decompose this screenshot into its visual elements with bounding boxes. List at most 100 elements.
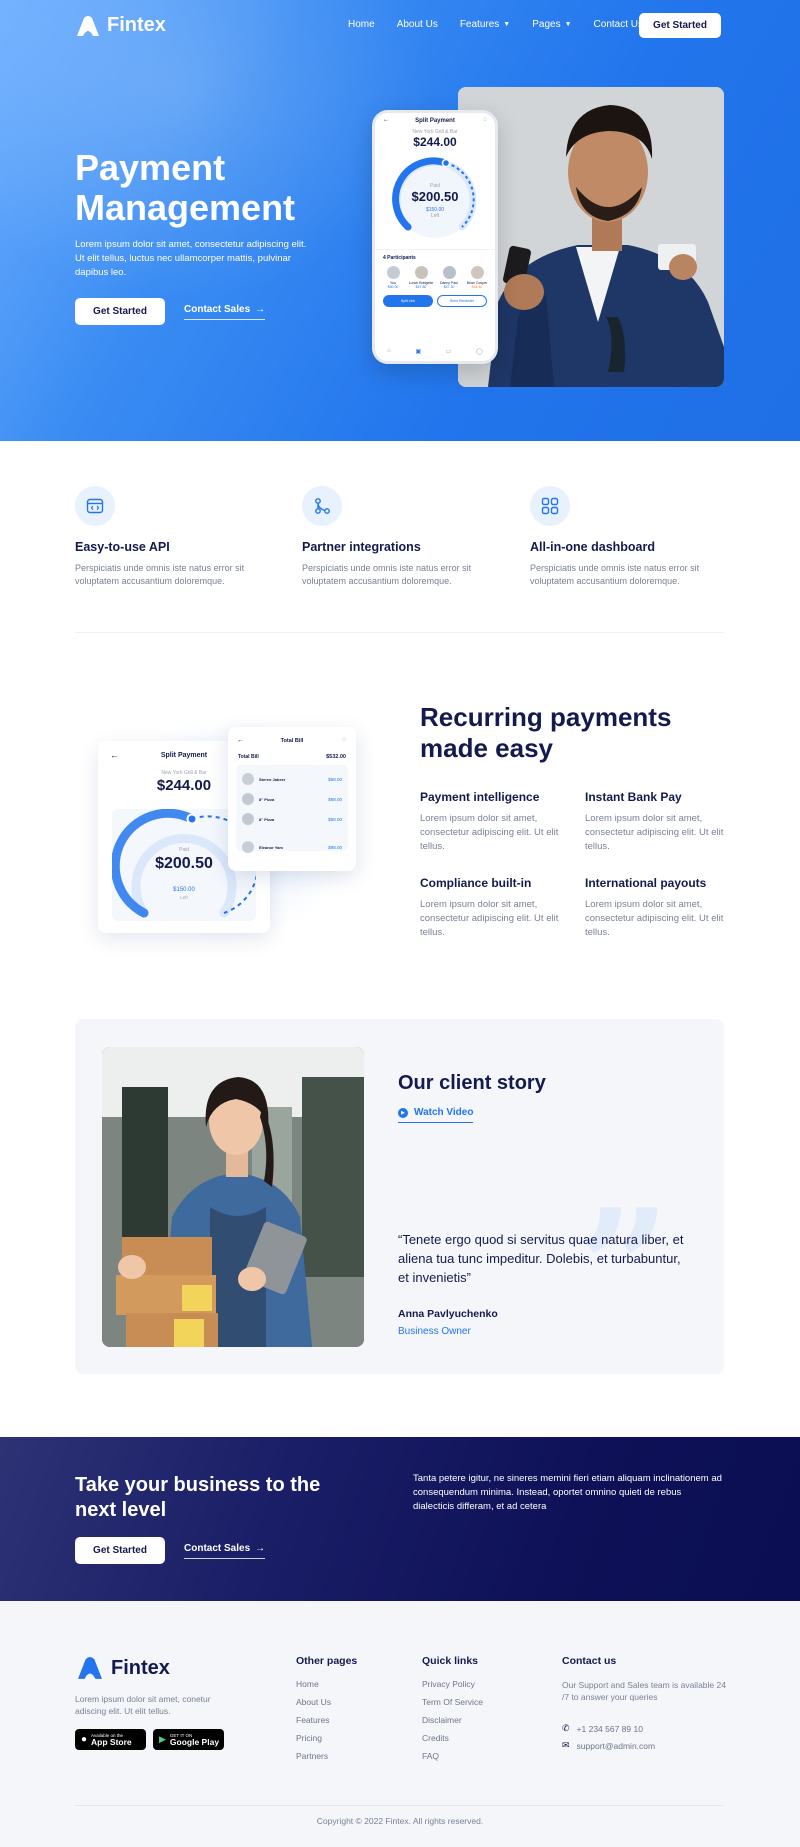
- recurring-feature: Instant Bank Pay Lorem ipsum dolor sit a…: [585, 790, 735, 854]
- participant-amount: $48.40: [471, 285, 483, 289]
- recurring-feature-title: International payouts: [585, 876, 707, 890]
- avatar: [470, 266, 484, 279]
- phone-paid-amount: $200.50: [411, 189, 459, 204]
- avatar: [242, 813, 254, 825]
- mail-icon: ✉: [562, 1740, 570, 1750]
- phone-tab-bar: ⌂ ▣ ▭ ◯: [375, 348, 495, 355]
- client-illustration: [102, 1047, 364, 1347]
- footer-link[interactable]: Term Of Service: [422, 1697, 483, 1715]
- link-label: Contact Sales: [184, 304, 251, 315]
- bill-row-amount: $68.00: [328, 796, 342, 802]
- feature-icon-wrap: [302, 486, 342, 526]
- google-play-badge[interactable]: ▶ GET IT ON Google Play: [153, 1729, 224, 1750]
- hero-contact-sales-link[interactable]: Contact Sales →: [184, 304, 266, 320]
- nav-link-label: Pages: [532, 19, 561, 30]
- cta-get-started-button[interactable]: Get Started: [75, 1537, 165, 1564]
- app-store-badge[interactable]: ● Available on the App Store: [75, 1729, 146, 1750]
- watch-video-link[interactable]: ▶ Watch Video: [398, 1107, 474, 1123]
- brand-name: Fintex: [107, 14, 166, 36]
- footer-heading: Contact us: [562, 1655, 617, 1667]
- footer-link[interactable]: Home: [296, 1679, 357, 1697]
- api-window-icon: [86, 498, 104, 514]
- nav-link-label: Contact Us: [593, 19, 643, 30]
- footer-link[interactable]: Privacy Policy: [422, 1679, 483, 1697]
- apple-icon: ●: [81, 1734, 88, 1745]
- badge-big-text: App Store: [91, 1736, 132, 1747]
- bill-row-amount: $68.00: [328, 776, 342, 782]
- feature-card: Partner integrations Perspiciatis unde o…: [302, 486, 502, 588]
- contact-email-text: support@admin.com: [576, 1740, 656, 1751]
- contact-email[interactable]: ✉ support@admin.com: [562, 1740, 727, 1751]
- nav-link-about[interactable]: About Us: [397, 19, 438, 30]
- footer-link[interactable]: FAQ: [422, 1751, 483, 1769]
- phone-split-link-button[interactable]: Split Link: [383, 295, 433, 307]
- nav-link-home[interactable]: Home: [348, 19, 375, 30]
- feature-icon-wrap: [530, 486, 570, 526]
- nav-logo[interactable]: Fintex: [75, 14, 166, 37]
- contact-phone[interactable]: ✆ +1 234 567 89 10: [562, 1723, 727, 1734]
- footer-link[interactable]: About Us: [296, 1697, 357, 1715]
- chevron-down-icon: ▼: [564, 21, 572, 28]
- footer-link[interactable]: Pricing: [296, 1733, 357, 1751]
- link-label: Contact Sales: [184, 1543, 251, 1554]
- avatar: [442, 266, 456, 279]
- bill-row-name: 8" Pizza: [259, 816, 275, 822]
- nav-link-pages[interactable]: Pages ▼: [532, 19, 571, 30]
- footer-link[interactable]: Features: [296, 1715, 357, 1733]
- feature-card: Easy-to-use API Perspiciatis unde omnis …: [75, 486, 275, 588]
- nav-link-contact[interactable]: Contact Us: [594, 19, 643, 30]
- footer-link[interactable]: Partners: [296, 1751, 357, 1769]
- hero-get-started-button[interactable]: Get Started: [75, 298, 165, 325]
- participant: You $50.00: [380, 266, 406, 289]
- recurring-feature: Payment intelligence Lorem ipsum dolor s…: [420, 790, 570, 854]
- participant: Lunch Bridgette $47.80: [408, 266, 434, 289]
- footer-logo[interactable]: Fintex: [75, 1656, 170, 1680]
- feature-title: Partner integrations: [302, 540, 421, 554]
- client-role: Business Owner: [398, 1326, 471, 1337]
- bill-row: 8" Pizza $58.00: [242, 809, 342, 829]
- bill-row: 8" Pizza $68.00: [242, 789, 342, 809]
- phone-left-label: Left: [430, 213, 440, 219]
- fintex-logo-icon: [78, 1657, 102, 1679]
- bill-row-amount: $98.00: [328, 844, 342, 850]
- recurring-feature-description: Lorem ipsum dolor sit amet, consectetur …: [420, 899, 559, 938]
- footer-divider: [75, 1805, 724, 1806]
- recurring-feature-title: Compliance built-in: [420, 876, 532, 890]
- phone-participants: You $50.00 Lunch Bridgette $47.80 Danny …: [375, 266, 495, 289]
- contact-description: Our Support and Sales team is available …: [562, 1680, 726, 1702]
- phone-icon: ✆: [562, 1723, 570, 1733]
- participant-amount: $47.30: [443, 285, 455, 289]
- brand-name: Fintex: [111, 1656, 170, 1679]
- bill-row-name: 8" Pizza: [259, 796, 275, 802]
- cta-contact-sales-link[interactable]: Contact Sales →: [184, 1543, 266, 1559]
- bill-row-name: Stereo Jabeer: [259, 776, 286, 782]
- footer-link[interactable]: Credits: [422, 1733, 483, 1751]
- contact-phone-text: +1 234 567 89 10: [576, 1723, 643, 1734]
- client-story-title: Our client story: [398, 1072, 546, 1094]
- recurring-feature-description: Lorem ipsum dolor sit amet, consectetur …: [585, 899, 724, 938]
- bill-total: $532.00: [326, 754, 346, 760]
- phone-gauge: Paid $200.50 $150.00 Left: [390, 155, 480, 245]
- hero-title: Payment Management: [75, 147, 296, 228]
- card-icon: ▭: [445, 349, 452, 355]
- bell-icon: ◌: [483, 117, 487, 123]
- section-divider: [75, 632, 724, 633]
- avatar: [242, 841, 254, 853]
- nav-link-label: Features: [459, 19, 500, 30]
- participant: Danny Paul $47.30: [436, 266, 462, 289]
- footer-heading: Other pages: [296, 1655, 358, 1667]
- phone-send-reminder-button[interactable]: Send Reminder: [437, 295, 487, 307]
- cta-text: Tanta petere igitur, ne sineres memini f…: [413, 1473, 722, 1512]
- link-label: Watch Video: [414, 1107, 474, 1118]
- nav-link-features[interactable]: Features ▼: [460, 19, 510, 30]
- dashboard-grid-icon: [541, 497, 559, 515]
- feature-title: All-in-one dashboard: [530, 540, 655, 554]
- total-bill-card: ← Total Bill ◌ Total Bill $532.00 Stereo…: [228, 727, 356, 871]
- recurring-feature: International payouts Lorem ipsum dolor …: [585, 876, 735, 940]
- nav-get-started-button[interactable]: Get Started: [639, 13, 721, 38]
- home-icon: ⌂: [387, 348, 391, 354]
- integration-nodes-icon: [315, 498, 330, 514]
- fintex-logo-icon: [77, 15, 99, 36]
- footer-link[interactable]: Disclaimer: [422, 1715, 483, 1733]
- recurring-feature-description: Lorem ipsum dolor sit amet, consectetur …: [585, 813, 724, 852]
